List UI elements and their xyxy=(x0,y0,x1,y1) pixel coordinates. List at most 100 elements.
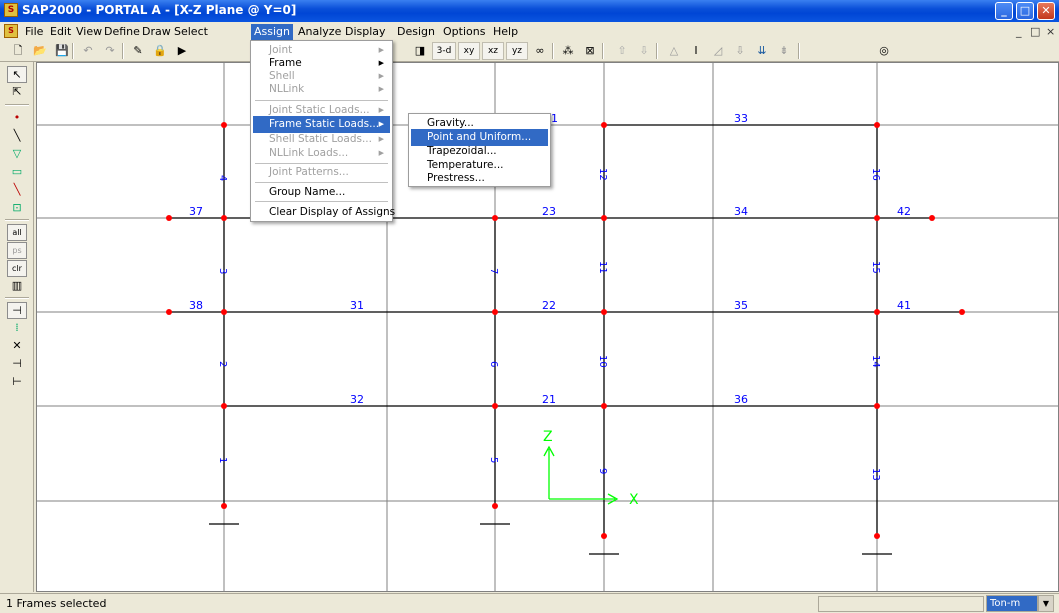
save-icon[interactable]: 💾 xyxy=(52,42,72,61)
menu-draw[interactable]: Draw xyxy=(139,24,174,40)
frame-label: 33 xyxy=(734,112,748,125)
menu-analyze[interactable]: Analyze xyxy=(295,24,344,40)
select-all-icon[interactable]: all xyxy=(7,224,27,241)
frame-label: 3 xyxy=(217,268,228,274)
new-file-icon[interactable]: 🗋 xyxy=(8,42,28,61)
draw-rect-shell-icon[interactable]: ▭ xyxy=(7,164,27,181)
lock-icon[interactable]: 🔒 xyxy=(150,42,170,61)
menu-separator xyxy=(255,100,388,101)
undo-icon[interactable]: ↶ xyxy=(78,42,98,61)
run-analysis-icon[interactable]: ▶ xyxy=(172,42,192,61)
previous-selection-icon[interactable]: ps xyxy=(7,242,27,259)
snap-midpoint-icon[interactable]: ⁞ xyxy=(7,320,27,337)
menu-design[interactable]: Design xyxy=(394,24,438,40)
shell-section-icon[interactable]: ◿ xyxy=(708,42,728,61)
title-bar[interactable]: S SAP2000 - PORTAL A - [X-Z Plane @ Y=0]… xyxy=(0,0,1059,22)
draw-nllink-icon[interactable]: ╲ xyxy=(7,182,27,199)
menu-separator xyxy=(255,201,388,202)
frame-label: 10 xyxy=(597,355,608,368)
clear-selection-icon[interactable]: clr xyxy=(7,260,27,277)
close-button[interactable]: ✕ xyxy=(1037,2,1055,20)
move-up-icon[interactable]: ⇧ xyxy=(612,42,632,61)
frame-label: 36 xyxy=(734,393,748,406)
frame-section-icon[interactable]: Ι xyxy=(686,42,706,61)
zoom-icon[interactable]: ◨ xyxy=(410,42,430,61)
frame-label: 4 xyxy=(217,175,228,181)
draw-frame-icon[interactable]: ╲ xyxy=(7,128,27,145)
frame-label: 1 xyxy=(551,112,558,125)
chevron-down-icon[interactable]: ▼ xyxy=(1038,595,1054,612)
view-yz-button[interactable]: yz xyxy=(506,42,528,60)
frame-label: 34 xyxy=(734,205,748,218)
move-down-icon[interactable]: ⇩ xyxy=(634,42,654,61)
frame-label: 42 xyxy=(897,205,911,218)
mdi-restore-button[interactable]: □ xyxy=(1030,25,1040,38)
draw-quad-shell-icon[interactable]: ▽ xyxy=(7,146,27,163)
intersecting-line-icon[interactable]: ▥ xyxy=(7,278,27,295)
shell-load-icon[interactable]: ⇟ xyxy=(774,42,794,61)
view-xz-button[interactable]: xz xyxy=(482,42,504,60)
frame-label: 16 xyxy=(870,168,881,181)
frame-label: 9 xyxy=(597,468,608,474)
menu-bar: S File Edit View Define Draw Select Assi… xyxy=(0,22,1059,41)
open-folder-icon[interactable]: 📂 xyxy=(30,42,50,61)
axis-label-x: X xyxy=(629,492,639,508)
snap-lines-icon[interactable]: ⊢ xyxy=(7,374,27,391)
view-3d-button[interactable]: 3-d xyxy=(432,42,456,60)
quick-draw-icon[interactable]: ⊡ xyxy=(7,200,27,217)
frame-label: 15 xyxy=(870,261,881,274)
set-elements-icon[interactable]: ⁂ xyxy=(558,42,578,61)
status-panel xyxy=(818,596,984,612)
redo-icon[interactable]: ↷ xyxy=(100,42,120,61)
menu-item-nllink[interactable]: NLLink ▶ xyxy=(253,81,390,98)
mdi-minimize-button[interactable]: _ xyxy=(1016,25,1022,38)
axis-label-z: Z xyxy=(543,429,553,445)
draw-joint-icon[interactable]: • xyxy=(7,110,27,127)
snap-joints-icon[interactable]: ⊣ xyxy=(7,302,27,319)
menu-separator xyxy=(255,182,388,183)
menu-item-clear-display-of-assigns[interactable]: Clear Display of Assigns xyxy=(253,204,395,221)
reshape-icon[interactable]: ⇱ xyxy=(7,84,27,101)
document-icon[interactable]: S xyxy=(4,24,18,38)
menu-select[interactable]: Select xyxy=(171,24,211,40)
pencil-icon[interactable]: ✎ xyxy=(128,42,148,61)
frame-label: 23 xyxy=(542,205,556,218)
frame-label: 2 xyxy=(217,361,228,367)
shrink-elements-icon[interactable]: ⊠ xyxy=(580,42,600,61)
view-xy-button[interactable]: xy xyxy=(458,42,480,60)
menu-item-joint-patterns[interactable]: Joint Patterns... xyxy=(253,164,390,181)
snap-perpendicular-icon[interactable]: ⊣ xyxy=(7,356,27,373)
frame-label: 41 xyxy=(897,299,911,312)
status-bar: 1 Frames selected Ton-m ▼ xyxy=(0,593,1059,613)
menu-display[interactable]: Display xyxy=(342,24,389,40)
show-undeformed-icon[interactable]: ◎ xyxy=(874,42,894,61)
joint-load-icon[interactable]: ⇩ xyxy=(730,42,750,61)
frame-label: 7 xyxy=(488,268,499,274)
toolbar-separator xyxy=(798,43,800,59)
menu-item-nllink-loads[interactable]: NLLink Loads... ▶ xyxy=(253,145,390,162)
perspective-icon[interactable]: ∞ xyxy=(530,42,550,61)
restraint-icon[interactable]: △ xyxy=(664,42,684,61)
frame-load-icon[interactable]: ⇊ xyxy=(752,42,772,61)
menu-file[interactable]: File xyxy=(22,24,46,40)
mdi-close-button[interactable]: × xyxy=(1046,25,1055,38)
menu-assign[interactable]: Assign xyxy=(251,24,293,40)
maximize-button[interactable]: □ xyxy=(1016,2,1034,20)
menu-options[interactable]: Options xyxy=(440,24,488,40)
minimize-button[interactable]: _ xyxy=(995,2,1013,20)
toolbar-separator xyxy=(5,297,29,299)
menu-edit[interactable]: Edit xyxy=(47,24,74,40)
pointer-icon[interactable]: ↖ xyxy=(7,66,27,83)
menu-item-prestress[interactable]: Prestress... xyxy=(411,170,548,187)
sap-logo-icon[interactable]: S xyxy=(4,3,18,17)
snap-intersection-icon[interactable]: ✕ xyxy=(7,338,27,355)
frame-label: 14 xyxy=(870,355,881,368)
submenu-arrow-icon: ▶ xyxy=(378,149,384,157)
toolbar-separator xyxy=(122,43,124,59)
frame-static-loads-submenu: Gravity... Point and Uniform... Trapezoi… xyxy=(408,113,551,187)
menu-define[interactable]: Define xyxy=(101,24,143,40)
submenu-arrow-icon: ▶ xyxy=(378,120,384,128)
menu-help[interactable]: Help xyxy=(490,24,521,40)
menu-item-group-name[interactable]: Group Name... xyxy=(253,184,390,201)
units-select[interactable]: Ton-m xyxy=(986,595,1038,612)
